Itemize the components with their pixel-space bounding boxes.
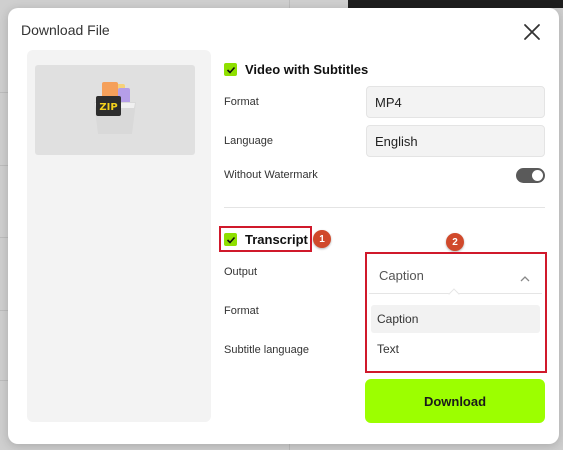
transcript-checkbox[interactable] [224,233,237,246]
zip-label: ZIP [99,102,117,113]
watermark-toggle[interactable] [516,168,545,183]
output-label: Output [224,266,258,278]
transcript-format-label: Format [224,305,259,317]
output-select[interactable]: Caption [369,260,542,290]
toggle-knob [532,170,543,181]
preview-thumbnail: ZIP [35,65,195,155]
video-format-label: Format [224,96,259,108]
dropdown-option-caption[interactable]: Caption [371,305,540,333]
chevron-up-icon[interactable] [520,270,530,282]
preview-panel: ZIP [27,50,211,422]
subtitle-language-label: Subtitle language [224,344,310,356]
download-dialog: Download File ZIP Video with Subtitles F… [8,8,559,444]
zip-archive-icon: ZIP [90,78,140,138]
video-subtitles-checkbox[interactable] [224,63,237,76]
video-subtitles-header[interactable]: Video with Subtitles [224,62,368,77]
download-button[interactable]: Download [365,379,545,423]
language-label: Language [224,135,273,147]
language-select[interactable]: English [366,125,545,157]
video-subtitles-label: Video with Subtitles [245,62,369,77]
close-icon[interactable] [522,22,542,42]
dropdown-option-text[interactable]: Text [371,335,540,363]
step-badge-2: 2 [446,233,464,251]
step-badge-1: 1 [313,230,331,248]
background-dark-strip [348,0,563,8]
dialog-title: Download File [21,22,110,38]
section-divider [224,207,545,208]
transcript-header[interactable]: Transcript [224,232,308,247]
transcript-label: Transcript [245,232,308,247]
video-format-select[interactable]: MP4 [366,86,545,118]
watermark-label: Without Watermark [224,169,318,181]
